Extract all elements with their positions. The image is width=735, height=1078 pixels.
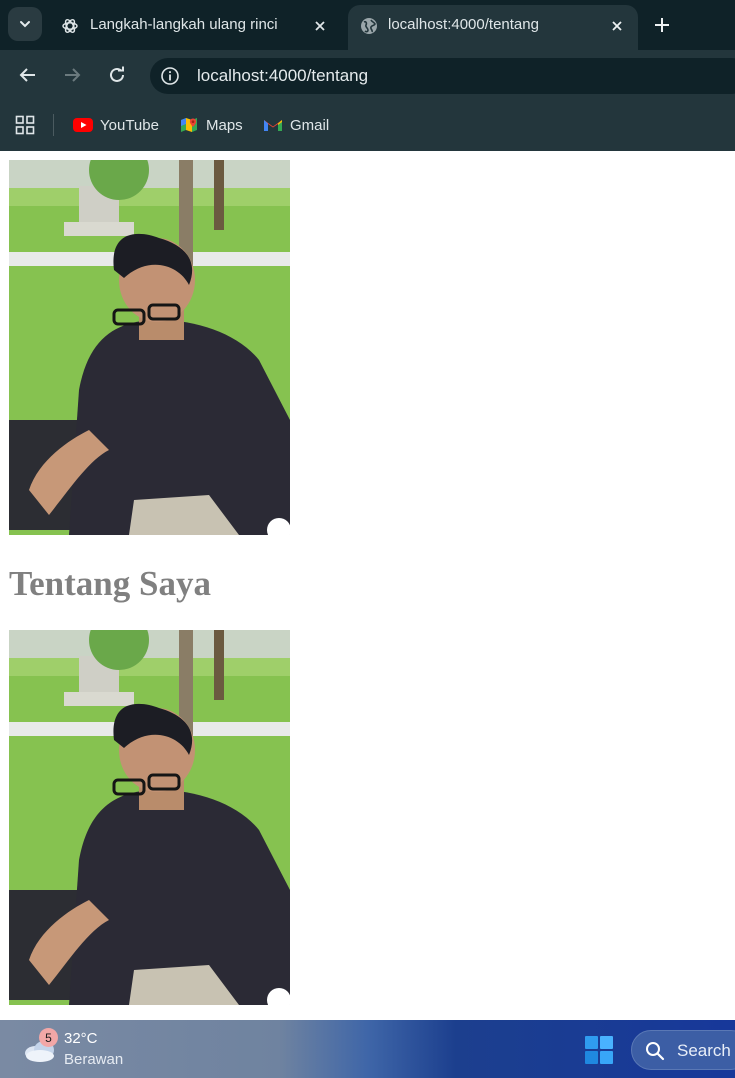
chatgpt-icon — [62, 19, 78, 33]
globe-icon — [361, 18, 377, 34]
weather-temperature: 32°C — [64, 1030, 98, 1047]
tab-title: localhost:4000/tentang — [388, 16, 539, 33]
site-info-icon[interactable] — [160, 66, 180, 86]
bookmark-label: Gmail — [290, 116, 330, 134]
taskbar: 5 32°C Berawan Search — [0, 1020, 735, 1078]
apps-grid-icon[interactable] — [15, 115, 35, 135]
new-tab-button[interactable] — [650, 13, 674, 37]
browser-toolbar: localhost:4000/tentang — [0, 50, 735, 100]
bookmark-maps[interactable]: Maps — [179, 113, 243, 137]
notification-badge: 5 — [39, 1028, 58, 1047]
profile-photo-bottom — [9, 630, 290, 1005]
back-button[interactable] — [16, 63, 40, 87]
address-bar[interactable]: localhost:4000/tentang — [150, 58, 735, 94]
plus-icon — [655, 18, 669, 32]
reload-button[interactable] — [105, 63, 129, 87]
taskbar-search[interactable]: Search — [631, 1030, 735, 1070]
tab-strip: Langkah-langkah ulang rinci localhost:40… — [0, 0, 735, 50]
gmail-icon — [264, 120, 282, 131]
close-tab-icon[interactable] — [311, 17, 329, 35]
bookmark-label: Maps — [206, 116, 243, 134]
search-label: Search — [677, 1041, 731, 1060]
arrow-right-icon — [65, 68, 81, 82]
reload-icon — [110, 66, 124, 82]
tab-chatgpt[interactable]: Langkah-langkah ulang rinci — [50, 5, 342, 50]
weather-condition: Berawan — [64, 1051, 124, 1068]
search-icon — [646, 1042, 665, 1061]
tab-localhost[interactable]: localhost:4000/tentang — [348, 5, 638, 50]
profile-photo-top — [9, 160, 290, 535]
bookmark-label: YouTube — [100, 116, 159, 134]
youtube-icon — [73, 118, 93, 132]
windows-start-icon[interactable] — [584, 1035, 614, 1065]
maps-icon — [181, 118, 197, 132]
bookmarks-divider — [53, 114, 54, 136]
forward-button[interactable] — [60, 63, 84, 87]
bookmark-youtube[interactable]: YouTube — [73, 113, 159, 137]
tab-search-button[interactable] — [8, 7, 42, 41]
page-title: Tentang Saya — [9, 564, 211, 603]
tab-title: Langkah-langkah ulang rinci — [90, 16, 278, 33]
chevron-down-icon — [20, 21, 30, 28]
arrow-left-icon — [19, 68, 35, 82]
bookmark-gmail[interactable]: Gmail — [263, 113, 329, 137]
url-text[interactable]: localhost:4000/tentang — [197, 66, 368, 86]
bookmarks-bar: YouTube Maps Gmail — [0, 100, 735, 151]
close-tab-icon[interactable] — [608, 17, 626, 35]
